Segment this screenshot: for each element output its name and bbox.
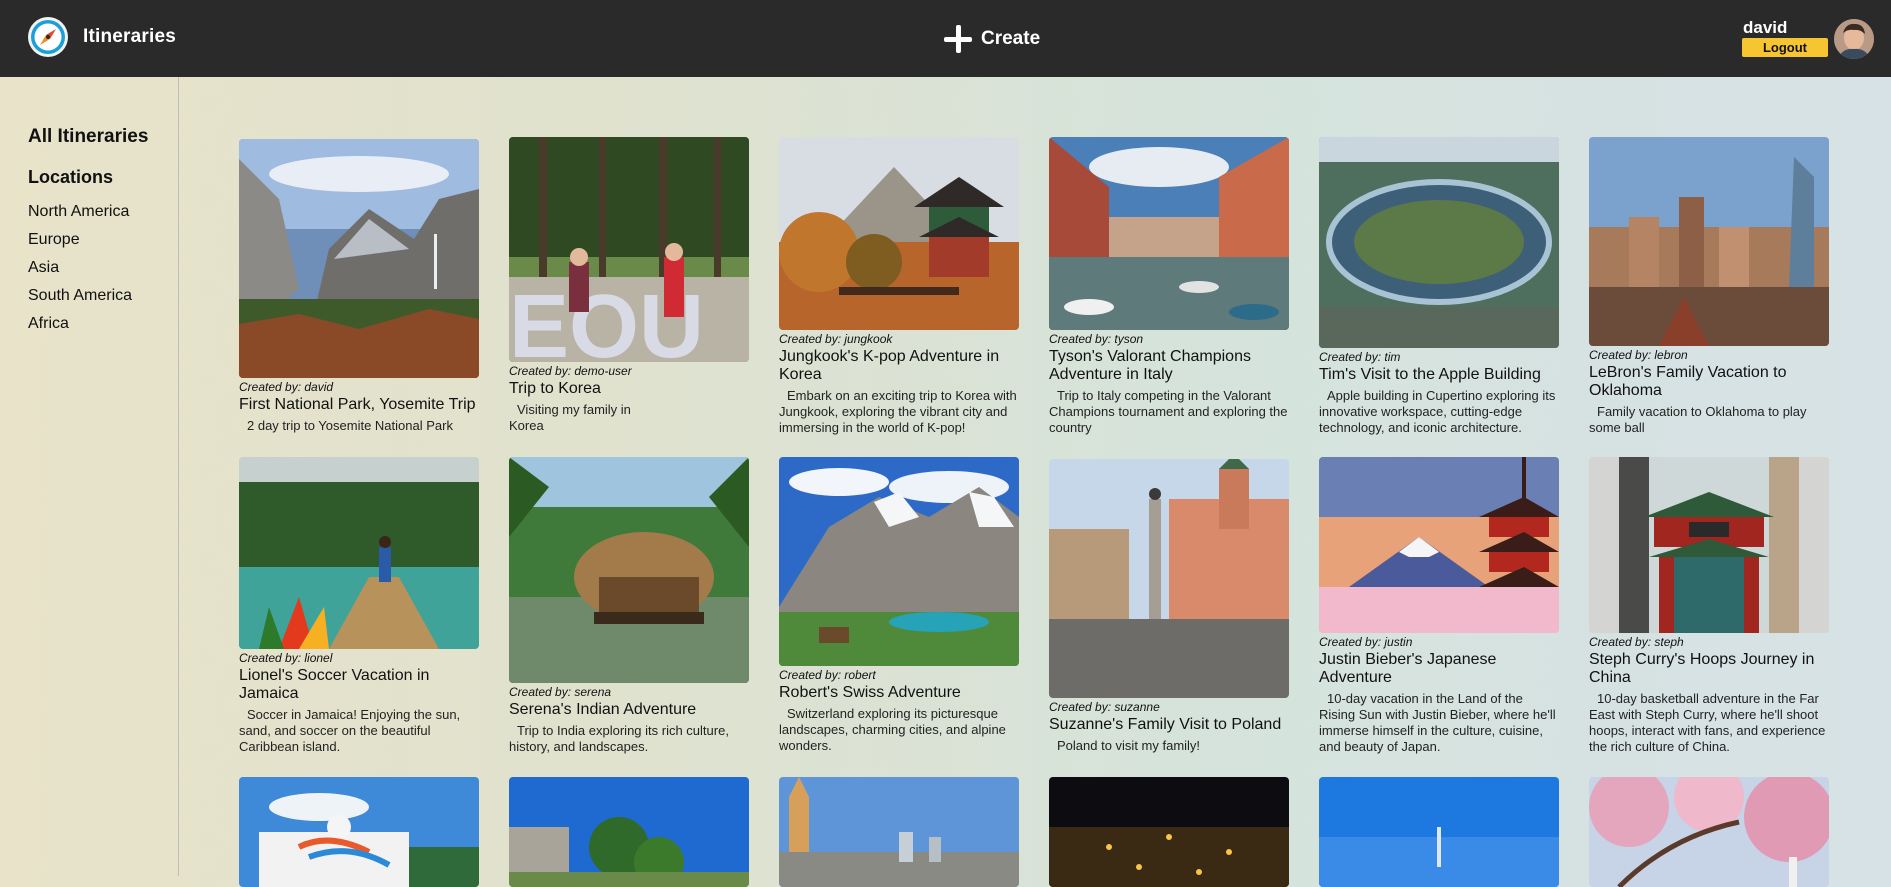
sidebar-item-asia[interactable]: Asia bbox=[28, 258, 132, 286]
itinerary-title: Jungkook's K-pop Adventure in Korea bbox=[779, 348, 1000, 383]
apple-park-photo bbox=[1319, 137, 1559, 348]
created-by: Created by: lionel bbox=[239, 651, 333, 665]
itinerary-card[interactable]: Created by: suzanne Suzanne's Family Vis… bbox=[1049, 459, 1289, 754]
itinerary-description: Trip to India exploring its rich culture… bbox=[509, 723, 729, 754]
compass-logo-icon bbox=[28, 17, 68, 57]
itinerary-card[interactable]: Created by: steph Steph Curry's Hoops Jo… bbox=[1589, 457, 1829, 755]
created-by: Created by: justin bbox=[1319, 635, 1413, 649]
itinerary-card[interactable]: Created by: serena Serena's Indian Adven… bbox=[509, 457, 749, 755]
yosemite-valley-photo bbox=[239, 139, 479, 378]
created-by: Created by: tim bbox=[1319, 350, 1401, 364]
itinerary-title: First National Park, Yosemite Trip bbox=[239, 396, 476, 413]
chinatown-gate-photo bbox=[1589, 457, 1829, 633]
jamaica-raft-photo bbox=[239, 457, 479, 649]
created-by: Created by: lebron bbox=[1589, 348, 1688, 362]
itinerary-card[interactable]: EOU Created by: demo-user Trip to Korea … bbox=[509, 137, 749, 434]
swiss-alps-photo bbox=[779, 457, 1019, 666]
created-by: Created by: suzanne bbox=[1049, 700, 1160, 714]
itinerary-card[interactable] bbox=[779, 777, 1019, 887]
itinerary-description: 10-day basketball adventure in the Far E… bbox=[1589, 691, 1826, 754]
colonial-city-photo bbox=[779, 777, 1019, 887]
itinerary-card[interactable] bbox=[509, 777, 749, 887]
create-label: Create bbox=[981, 28, 1041, 49]
itinerary-card[interactable]: Created by: tim Tim's Visit to the Apple… bbox=[1319, 137, 1559, 436]
created-by: Created by: tyson bbox=[1049, 332, 1144, 346]
tropical-ruins-photo bbox=[509, 777, 749, 887]
sidebar-item-north-america[interactable]: North America bbox=[28, 202, 132, 230]
itinerary-card[interactable] bbox=[1049, 777, 1289, 887]
kerala-houseboat-photo bbox=[509, 457, 749, 683]
sidebar-location-list: North America Europe Asia South America … bbox=[28, 202, 132, 342]
itinerary-title: Tim's Visit to the Apple Building bbox=[1319, 366, 1541, 383]
itinerary-title: Trip to Korea bbox=[509, 380, 601, 397]
venice-canal-photo bbox=[1049, 137, 1289, 330]
itinerary-description: Visiting my family in Korea bbox=[509, 402, 631, 433]
blue-sky-photo bbox=[1319, 777, 1559, 887]
sidebar-all-itineraries[interactable]: All Itineraries bbox=[28, 126, 148, 148]
itinerary-description: Trip to Italy competing in the Valorant … bbox=[1049, 388, 1288, 435]
itinerary-card[interactable]: Created by: tyson Tyson's Valorant Champ… bbox=[1049, 137, 1289, 436]
app-title: Itineraries bbox=[83, 26, 177, 47]
itinerary-description: Family vacation to Oklahoma to play some… bbox=[1589, 404, 1807, 435]
cherry-blossom-photo bbox=[1589, 777, 1829, 887]
itinerary-title: Suzanne's Family Visit to Poland bbox=[1049, 716, 1282, 733]
itinerary-card[interactable]: Created by: lebron LeBron's Family Vacat… bbox=[1589, 137, 1829, 436]
itinerary-card[interactable]: Created by: david First National Park, Y… bbox=[239, 139, 479, 434]
sidebar-item-south-america[interactable]: South America bbox=[28, 286, 132, 314]
itinerary-card[interactable] bbox=[1319, 777, 1559, 887]
created-by: Created by: serena bbox=[509, 685, 612, 699]
itinerary-title: Tyson's Valorant Champions Adventure in … bbox=[1049, 348, 1251, 383]
itinerary-title: Lionel's Soccer Vacation in Jamaica bbox=[239, 667, 430, 702]
mount-fuji-pagoda-photo bbox=[1319, 457, 1559, 633]
city-night-photo bbox=[1049, 777, 1289, 887]
itinerary-description: Poland to visit my family! bbox=[1057, 738, 1201, 753]
created-by: Created by: jungkook bbox=[779, 332, 893, 346]
itinerary-title: Steph Curry's Hoops Journey in China bbox=[1589, 651, 1815, 686]
itinerary-card[interactable]: Created by: justin Justin Bieber's Japan… bbox=[1319, 457, 1559, 755]
sidebar-locations-heading: Locations bbox=[28, 167, 114, 187]
korean-pavilion-photo bbox=[779, 137, 1019, 330]
itinerary-card[interactable]: Created by: lionel Lionel's Soccer Vacat… bbox=[239, 457, 479, 755]
created-by: Created by: steph bbox=[1589, 635, 1684, 649]
itinerary-description: 2 day trip to Yosemite National Park bbox=[247, 418, 453, 433]
itinerary-description: Embark on an exciting trip to Korea with… bbox=[779, 388, 1017, 435]
itinerary-title: LeBron's Family Vacation to Oklahoma bbox=[1589, 364, 1787, 399]
top-navigation-bar: Itineraries Create david Logout bbox=[0, 0, 1891, 77]
korea-park-photo: EOU bbox=[509, 137, 749, 362]
created-by: Created by: robert bbox=[779, 668, 876, 682]
oklahoma-city-photo bbox=[1589, 137, 1829, 346]
user-name: david bbox=[1743, 18, 1788, 37]
logout-button[interactable]: Logout bbox=[1742, 38, 1828, 57]
sidebar-item-europe[interactable]: Europe bbox=[28, 230, 132, 258]
create-button[interactable]: Create bbox=[943, 24, 1040, 54]
sidebar: All Itineraries Locations North America … bbox=[0, 77, 179, 876]
itinerary-description: Soccer in Jamaica! Enjoying the sun, san… bbox=[239, 707, 461, 754]
warsaw-square-photo bbox=[1049, 459, 1289, 698]
created-by: Created by: demo-user bbox=[509, 364, 632, 378]
brand[interactable]: Itineraries bbox=[27, 16, 176, 58]
itinerary-card[interactable]: Created by: jungkook Jungkook's K-pop Ad… bbox=[779, 137, 1019, 436]
created-by: Created by: david bbox=[239, 380, 334, 394]
cruise-ship-photo bbox=[239, 777, 479, 887]
itinerary-description: Switzerland exploring its picturesque la… bbox=[779, 706, 1006, 753]
itinerary-card[interactable]: Created by: robert Robert's Swiss Advent… bbox=[779, 457, 1019, 754]
itinerary-title: Justin Bieber's Japanese Adventure bbox=[1319, 651, 1497, 686]
user-avatar-icon bbox=[1834, 19, 1874, 59]
itinerary-card[interactable] bbox=[1589, 777, 1829, 887]
itinerary-card[interactable] bbox=[239, 777, 479, 887]
itinerary-description: Apple building in Cupertino exploring it… bbox=[1319, 388, 1556, 435]
itinerary-description: 10-day vacation in the Land of the Risin… bbox=[1319, 691, 1556, 754]
itinerary-title: Robert's Swiss Adventure bbox=[779, 684, 961, 701]
plus-icon bbox=[943, 24, 973, 54]
itinerary-title: Serena's Indian Adventure bbox=[509, 701, 697, 718]
avatar[interactable] bbox=[1834, 19, 1874, 59]
sidebar-item-africa[interactable]: Africa bbox=[28, 314, 132, 342]
